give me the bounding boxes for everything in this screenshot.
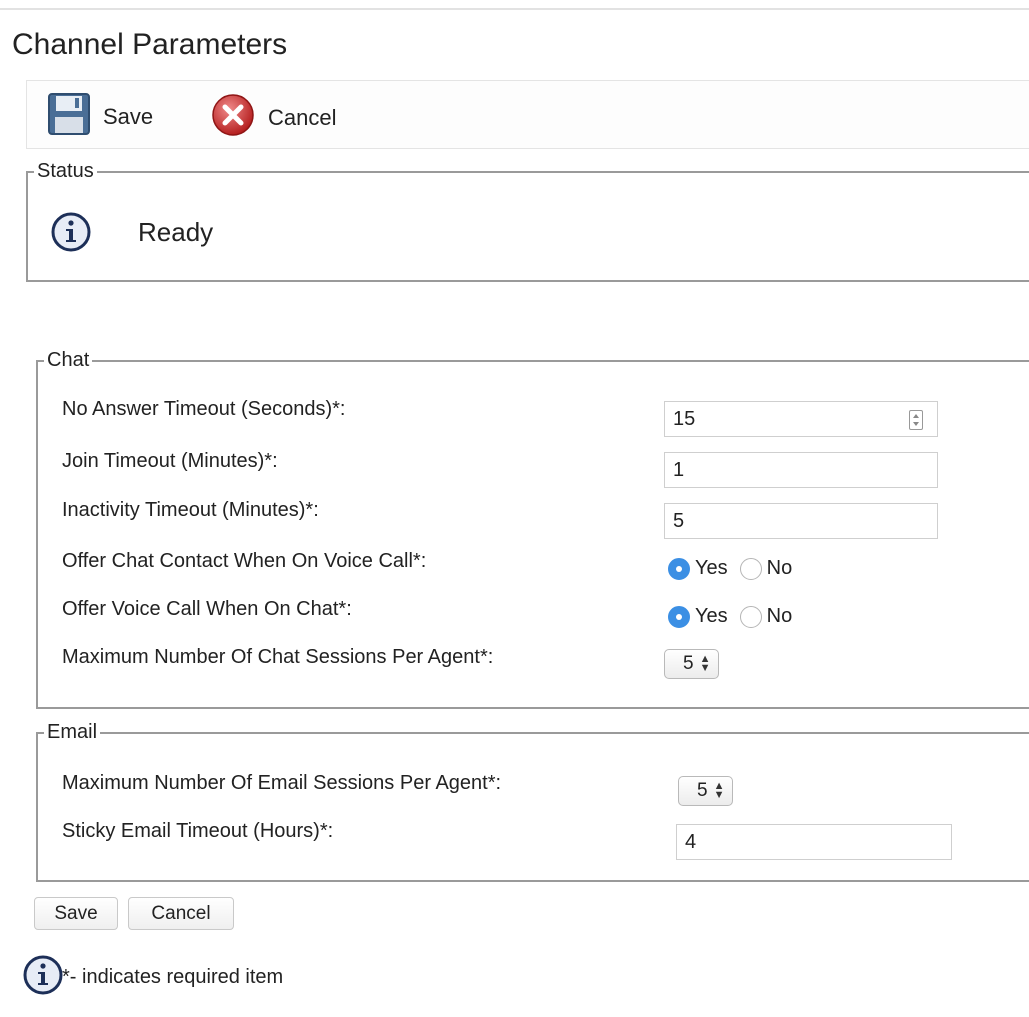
toolbar: Save Cancel (26, 80, 1029, 149)
max-email-sessions-value: 5 (697, 780, 708, 801)
info-icon (22, 954, 64, 1001)
offer-chat-yes-radio[interactable] (668, 557, 690, 580)
toolbar-cancel-label: Cancel (268, 104, 337, 130)
toolbar-save-button[interactable]: Save (47, 92, 153, 141)
inactivity-timeout-value: 5 (673, 509, 685, 532)
select-arrows-icon: ▲ ▼ (699, 653, 711, 674)
chat-legend: Chat (47, 349, 90, 371)
no-answer-timeout-label: No Answer Timeout (Seconds)*: (62, 398, 346, 420)
info-icon (50, 211, 92, 258)
no-answer-timeout-input[interactable]: 15 (664, 401, 938, 437)
max-chat-sessions-select[interactable]: 5 ▲ ▼ (664, 649, 720, 679)
inactivity-timeout-label: Inactivity Timeout (Minutes)*: (62, 499, 319, 521)
spinner-icon[interactable] (909, 410, 923, 430)
status-text: Ready (138, 217, 214, 247)
offer-chat-radio-group: Yes No (668, 557, 792, 580)
offer-voice-yes-label: Yes (695, 605, 728, 627)
offer-voice-no-radio[interactable] (739, 605, 762, 628)
max-chat-sessions-label: Maximum Number Of Chat Sessions Per Agen… (62, 646, 494, 668)
email-legend: Email (47, 721, 98, 743)
offer-voice-radio-group: Yes No (668, 605, 792, 628)
cancel-button[interactable]: Cancel (128, 897, 234, 930)
page-title: Channel Parameters (12, 28, 288, 61)
offer-voice-no-label: No (766, 605, 793, 627)
sticky-email-timeout-input[interactable]: 4 (676, 824, 952, 860)
max-email-sessions-label: Maximum Number Of Email Sessions Per Age… (62, 772, 502, 794)
no-answer-timeout-value: 15 (673, 407, 696, 430)
inactivity-timeout-input[interactable]: 5 (664, 503, 938, 539)
join-timeout-input[interactable]: 1 (664, 452, 938, 488)
offer-chat-yes-label: Yes (695, 557, 728, 579)
save-button[interactable]: Save (34, 897, 118, 930)
sticky-email-timeout-value: 4 (685, 830, 697, 853)
offer-chat-label: Offer Chat Contact When On Voice Call*: (62, 550, 427, 572)
offer-voice-yes-radio[interactable] (668, 605, 690, 628)
toolbar-save-label: Save (103, 103, 154, 129)
join-timeout-value: 1 (673, 458, 685, 481)
toolbar-cancel-button[interactable]: Cancel (210, 92, 336, 143)
max-email-sessions-select[interactable]: 5 ▲ ▼ (678, 776, 734, 806)
max-chat-sessions-value: 5 (683, 653, 694, 674)
chat-group: Chat No Answer Timeout (Seconds)*: 15 Jo… (36, 349, 1029, 709)
sticky-email-timeout-label: Sticky Email Timeout (Hours)*: (62, 820, 334, 842)
select-arrows-icon: ▲ ▼ (713, 780, 725, 801)
offer-voice-label: Offer Voice Call When On Chat*: (62, 598, 352, 620)
required-note: *- indicates required item (62, 966, 284, 988)
status-group: Status Ready (26, 160, 1029, 282)
join-timeout-label: Join Timeout (Minutes)*: (62, 450, 278, 472)
red-x-circle-icon (210, 92, 256, 143)
offer-chat-no-label: No (766, 557, 793, 579)
offer-chat-no-radio[interactable] (739, 557, 762, 580)
email-group: Email Maximum Number Of Email Sessions P… (36, 721, 1029, 882)
floppy-disk-icon (47, 92, 91, 141)
status-legend: Status (37, 160, 94, 182)
top-divider (0, 8, 1029, 10)
